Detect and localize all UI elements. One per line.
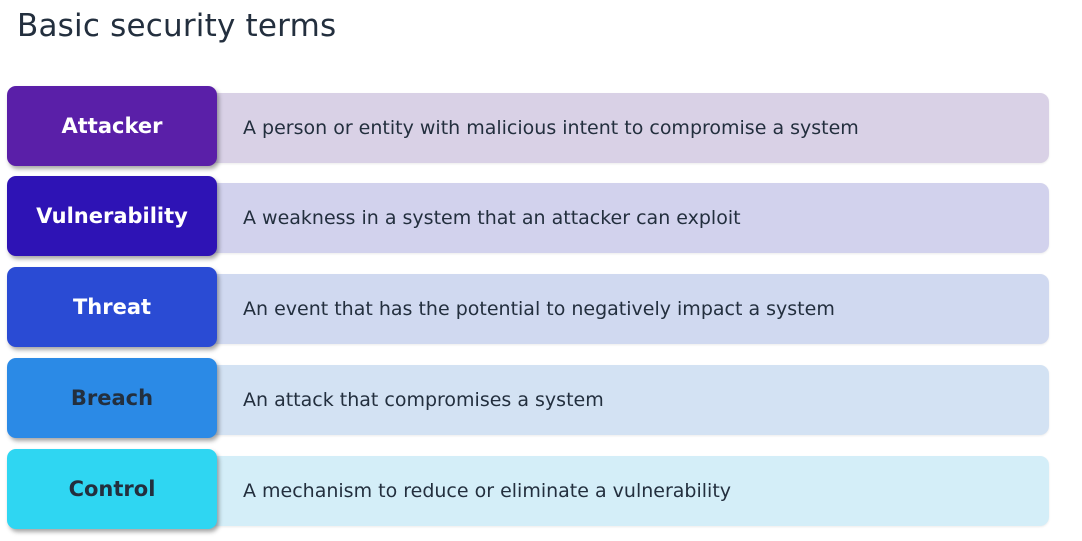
definition-text: A person or entity with malicious intent… bbox=[243, 117, 859, 139]
term-label: Control bbox=[68, 477, 156, 501]
definition-box: An attack that compromises a system bbox=[207, 365, 1049, 435]
term-row-control: A mechanism to reduce or eliminate a vul… bbox=[7, 449, 1050, 529]
term-row-threat: An event that has the potential to negat… bbox=[7, 267, 1050, 347]
definition-box: An event that has the potential to negat… bbox=[207, 274, 1049, 344]
term-row-attacker: A person or entity with malicious intent… bbox=[7, 86, 1050, 166]
term-box: Vulnerability bbox=[7, 176, 217, 256]
definition-box: A mechanism to reduce or eliminate a vul… bbox=[207, 456, 1049, 526]
slide-title: Basic security terms bbox=[17, 8, 337, 44]
definition-text: An event that has the potential to negat… bbox=[243, 298, 835, 320]
slide: Basic security terms A person or entity … bbox=[0, 0, 1082, 541]
term-label: Threat bbox=[72, 295, 152, 319]
definition-box: A weakness in a system that an attacker … bbox=[207, 183, 1049, 253]
term-box: Attacker bbox=[7, 86, 217, 166]
term-box: Control bbox=[7, 449, 217, 529]
definition-text: A weakness in a system that an attacker … bbox=[243, 207, 741, 229]
definition-text: A mechanism to reduce or eliminate a vul… bbox=[243, 480, 732, 502]
definition-text: An attack that compromises a system bbox=[243, 389, 604, 411]
term-row-breach: An attack that compromises a system Brea… bbox=[7, 358, 1050, 438]
term-box: Breach bbox=[7, 358, 217, 438]
definition-box: A person or entity with malicious intent… bbox=[207, 93, 1049, 163]
term-label: Attacker bbox=[61, 114, 163, 138]
term-box: Threat bbox=[7, 267, 217, 347]
term-row-vulnerability: A weakness in a system that an attacker … bbox=[7, 176, 1050, 256]
term-label: Breach bbox=[70, 386, 154, 410]
term-label: Vulnerability bbox=[36, 204, 188, 228]
